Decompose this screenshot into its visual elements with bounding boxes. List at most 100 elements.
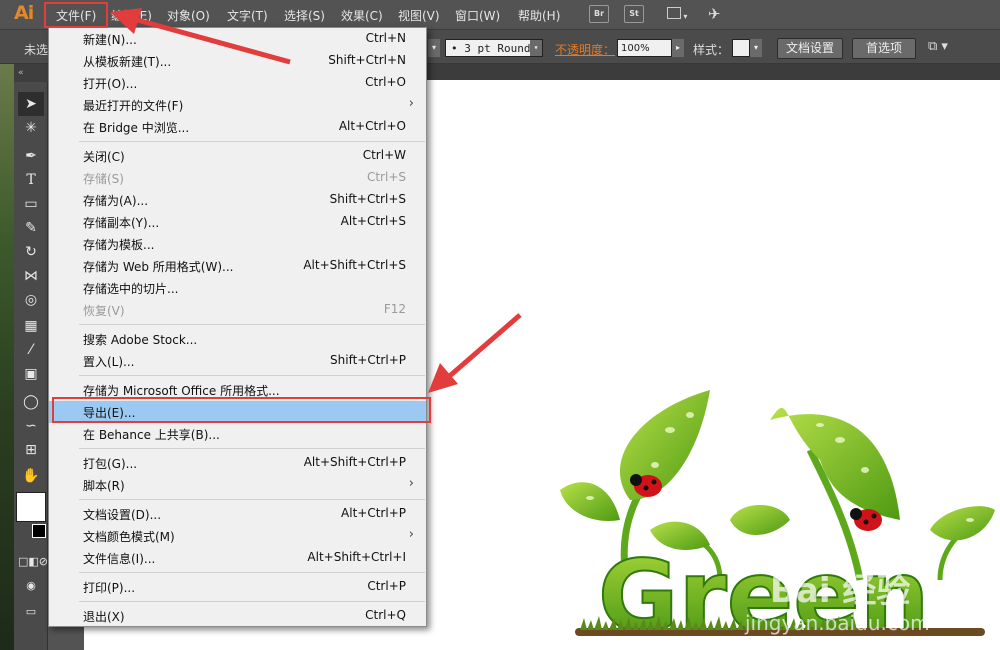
menu-item-shortcut: Alt+Ctrl+O [338, 119, 406, 133]
draw-mode-icon[interactable]: ◉ [18, 574, 44, 598]
stroke-weight-dropdown[interactable]: ▾ [428, 39, 440, 57]
menu-edit[interactable]: 编辑(E) [111, 7, 152, 24]
menu-item[interactable]: 存储为 Web 所用格式(W)... Alt+Shift+Ctrl+S [49, 255, 426, 277]
width-tool-icon[interactable]: ⋈ [18, 264, 44, 288]
menu-item[interactable]: 存储为(A)... Shift+Ctrl+S [49, 189, 426, 211]
menu-separator [79, 601, 425, 602]
menu-item-label: 置入(L)... [83, 355, 135, 369]
menu-item[interactable]: 脚本(R) › [49, 474, 426, 496]
artboard-tool-icon[interactable]: ⊞ [18, 438, 44, 462]
color-mode-icon[interactable]: □◧⊘ [18, 550, 48, 574]
menu-item-shortcut: Shift+Ctrl+N [328, 53, 406, 67]
menu-separator [79, 141, 425, 142]
menu-window[interactable]: 窗口(W) [455, 7, 500, 24]
menu-item[interactable]: 置入(L)... Shift+Ctrl+P [49, 350, 426, 372]
menu-item-label: 脚本(R) [83, 479, 125, 493]
shape-builder-tool-icon[interactable]: ◎ [18, 288, 44, 312]
menu-item-label: 文件信息(I)... [83, 552, 156, 566]
menu-item-label: 新建(N)... [83, 33, 137, 47]
eyedropper-tool-icon[interactable]: ⁄ [18, 338, 44, 362]
menu-item-label: 在 Behance 上共享(B)... [83, 428, 220, 442]
menu-type[interactable]: 文字(T) [227, 7, 268, 24]
menu-item-label: 最近打开的文件(F) [83, 99, 184, 113]
lasso-tool-icon[interactable]: ◯ [18, 390, 44, 414]
menu-effect[interactable]: 效果(C) [341, 7, 383, 24]
menu-item[interactable]: 存储选中的切片... [49, 277, 426, 299]
magic-wand-tool-icon[interactable]: ✳ [18, 116, 44, 140]
menu-item[interactable]: 存储为模板... [49, 233, 426, 255]
menu-item-label: 打印(P)... [83, 581, 136, 595]
document-setup-button[interactable]: 文档设置 [777, 38, 843, 59]
bridge-button[interactable]: Br [589, 5, 609, 23]
menu-item-shortcut: Alt+Ctrl+S [340, 214, 406, 228]
menu-item[interactable]: 搜索 Adobe Stock... [49, 328, 426, 350]
stock-button[interactable]: St [624, 5, 644, 23]
watermark-url: jingyan.baidu.com [744, 611, 930, 635]
green-artwork: Green Bai 经验 jingyan.baidu.com [560, 390, 995, 650]
menu-item[interactable]: 最近打开的文件(F) › [49, 94, 426, 116]
app-logo: Ai [14, 2, 34, 24]
tools-panel: « ➤ ✳ ✒ T ▭ ✎ ↻ ⋈ ◎ ▦ ⁄ ▣ ◯ ∽ ⊞ ✋ □◧⊘ ◉ … [0, 64, 48, 650]
fill-color-swatch[interactable] [16, 492, 46, 522]
menu-item[interactable]: 存储副本(Y)... Alt+Ctrl+S [49, 211, 426, 233]
file-menu-dropdown: 新建(N)... Ctrl+N 从模板新建(T)... Shift+Ctrl+N 打开(… [48, 27, 427, 627]
menu-separator [79, 324, 425, 325]
pen-tool-icon[interactable]: ✒ [18, 144, 44, 168]
menu-item[interactable]: 新建(N)... Ctrl+N [49, 28, 426, 50]
menu-item[interactable]: 文档颜色模式(M) › [49, 525, 426, 547]
menu-separator [79, 375, 425, 376]
menu-item[interactable]: 打开(O)... Ctrl+O [49, 72, 426, 94]
menu-item[interactable]: 退出(X) Ctrl+Q [49, 605, 426, 627]
graphic-style-dropdown[interactable]: ▾ [750, 39, 762, 57]
screen-mode-icon[interactable]: ▭ [18, 600, 44, 624]
menu-item[interactable]: 在 Bridge 中浏览... Alt+Ctrl+O [49, 116, 426, 138]
opacity-slider-button[interactable]: ▸ [672, 39, 684, 57]
tools-panel-header[interactable]: « [14, 64, 48, 82]
menu-item-shortcut: Shift+Ctrl+P [330, 353, 406, 367]
stroke-color-swatch[interactable] [32, 524, 46, 538]
menu-item[interactable]: 文件信息(I)... Alt+Shift+Ctrl+I [49, 547, 426, 569]
paintbrush-tool-icon[interactable]: ✎ [18, 216, 44, 240]
graphic-style-swatch[interactable] [732, 39, 750, 57]
menu-item-shortcut: Ctrl+Q [365, 608, 406, 622]
menu-item-shortcut: Ctrl+P [367, 579, 406, 593]
submenu-arrow-icon: › [408, 96, 414, 111]
chevron-down-icon: ▾ [530, 40, 542, 56]
menu-item[interactable]: 文档设置(D)... Alt+Ctrl+P [49, 503, 426, 525]
menu-item-shortcut: Alt+Shift+Ctrl+P [303, 455, 406, 469]
menu-select[interactable]: 选择(S) [284, 7, 325, 24]
menu-item-label: 搜索 Adobe Stock... [83, 333, 198, 347]
menu-item[interactable]: 在 Behance 上共享(B)... [49, 423, 426, 445]
stroke-profile-select[interactable]: • 3 pt Round ▾ [445, 39, 543, 57]
menu-help[interactable]: 帮助(H) [518, 7, 560, 24]
opacity-input[interactable]: 100% [617, 39, 672, 57]
mesh-tool-icon[interactable]: ▦ [18, 314, 44, 338]
workspace-switcher[interactable]: ▾ [662, 5, 692, 23]
symbol-sprayer-tool-icon[interactable]: ▣ [18, 362, 44, 386]
slice-tool-icon[interactable]: ∽ [18, 414, 44, 438]
menu-item[interactable]: 从模板新建(T)... Shift+Ctrl+N [49, 50, 426, 72]
align-options-icon[interactable]: ⧉ ▾ [928, 39, 948, 54]
menu-view[interactable]: 视图(V) [398, 7, 440, 24]
menu-item[interactable]: 打包(G)... Alt+Shift+Ctrl+P [49, 452, 426, 474]
menu-item-label: 恢复(V) [83, 304, 125, 318]
menu-item-label: 关闭(C) [83, 150, 125, 164]
menu-item[interactable]: 存储(S) Ctrl+S [49, 167, 426, 189]
menu-item-shortcut: Ctrl+O [365, 75, 406, 89]
selection-tool-icon[interactable]: ➤ [18, 92, 44, 116]
menu-object[interactable]: 对象(O) [167, 7, 210, 24]
preferences-button[interactable]: 首选项 [852, 38, 916, 59]
rectangle-tool-icon[interactable]: ▭ [18, 192, 44, 216]
rotate-tool-icon[interactable]: ↻ [18, 240, 44, 264]
menu-item-label: 退出(X) [83, 610, 125, 624]
menu-item[interactable]: 恢复(V) F12 [49, 299, 426, 321]
menu-item[interactable]: 关闭(C) Ctrl+W [49, 145, 426, 167]
hand-tool-icon[interactable]: ✋ [18, 464, 44, 488]
menu-item-shortcut: Ctrl+S [366, 170, 406, 184]
gpu-performance-icon[interactable]: ✈ [708, 5, 728, 23]
type-tool-icon[interactable]: T [18, 168, 44, 192]
opacity-label[interactable]: 不透明度： [555, 41, 615, 58]
export-highlight-box [52, 397, 431, 423]
stroke-dot-icon: • [451, 42, 458, 55]
menu-item[interactable]: 打印(P)... Ctrl+P [49, 576, 426, 598]
